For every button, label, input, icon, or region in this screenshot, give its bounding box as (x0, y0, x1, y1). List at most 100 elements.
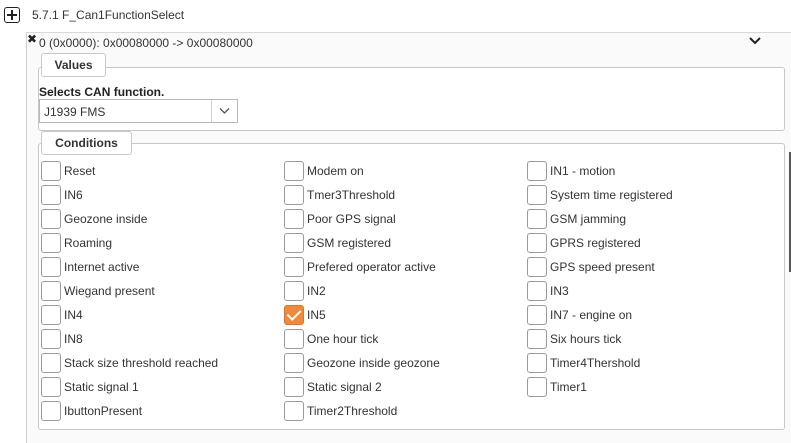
remove-x-icon[interactable]: ✖ (27, 32, 37, 46)
condition-item[interactable]: Modem on (284, 161, 364, 181)
condition-item[interactable]: IN1 - motion (527, 161, 615, 181)
condition-checkbox[interactable] (284, 353, 304, 373)
condition-checkbox[interactable] (284, 305, 304, 325)
condition-label: Stack size threshold reached (64, 356, 219, 370)
condition-checkbox[interactable] (284, 161, 304, 181)
condition-label: IN4 (64, 308, 83, 322)
condition-label: Timer2Threshold (307, 404, 398, 418)
condition-item[interactable]: Static signal 2 (284, 377, 382, 397)
condition-item[interactable]: Prefered operator active (284, 257, 436, 277)
condition-item[interactable]: Six hours tick (527, 329, 621, 349)
condition-label: Internet active (64, 260, 140, 274)
condition-checkbox[interactable] (527, 161, 547, 181)
condition-item[interactable]: Stack size threshold reached (41, 353, 218, 373)
condition-checkbox[interactable] (527, 257, 547, 277)
condition-label: One hour tick (307, 332, 379, 346)
condition-item[interactable]: IN6 (41, 185, 83, 205)
can-function-select[interactable]: J1939 FMS (39, 99, 238, 123)
condition-label: IN8 (64, 332, 83, 346)
condition-checkbox[interactable] (284, 209, 304, 229)
condition-item[interactable]: Geozone inside geozone (284, 353, 440, 373)
condition-checkbox[interactable] (527, 305, 547, 325)
condition-checkbox[interactable] (41, 209, 61, 229)
condition-label: Wiegand present (64, 284, 155, 298)
condition-checkbox[interactable] (527, 233, 547, 253)
condition-label: Roaming (64, 236, 113, 250)
condition-checkbox[interactable] (284, 185, 304, 205)
condition-item[interactable]: Static signal 1 (41, 377, 139, 397)
condition-checkbox[interactable] (41, 161, 61, 181)
condition-label: Tmer3Threshold (307, 188, 396, 202)
can-function-label: Selects CAN function. (39, 85, 165, 99)
condition-label: IN7 - engine on (550, 308, 633, 322)
condition-label: Timer1 (550, 380, 587, 394)
condition-item[interactable]: Timer1 (527, 377, 587, 397)
condition-checkbox[interactable] (41, 305, 61, 325)
condition-label: GPS speed present (550, 260, 655, 274)
condition-item[interactable]: GSM jamming (527, 209, 626, 229)
condition-checkbox[interactable] (41, 281, 61, 301)
condition-checkbox[interactable] (284, 377, 304, 397)
condition-label: Modem on (307, 164, 364, 178)
condition-item[interactable]: Reset (41, 161, 95, 181)
condition-item[interactable]: Timer2Threshold (284, 401, 397, 421)
condition-checkbox[interactable] (527, 377, 547, 397)
condition-item[interactable]: Wiegand present (41, 281, 155, 301)
condition-item[interactable]: IbuttonPresent (41, 401, 142, 421)
condition-checkbox[interactable] (284, 233, 304, 253)
condition-checkbox[interactable] (284, 257, 304, 277)
condition-checkbox[interactable] (527, 281, 547, 301)
condition-checkbox[interactable] (284, 329, 304, 349)
condition-label: Geozone inside (64, 212, 148, 226)
condition-item[interactable]: GPRS registered (527, 233, 641, 253)
condition-item[interactable]: System time registered (527, 185, 673, 205)
condition-label: Static signal 2 (307, 380, 382, 394)
condition-label: Poor GPS signal (307, 212, 396, 226)
condition-checkbox[interactable] (41, 257, 61, 277)
condition-checkbox[interactable] (284, 401, 304, 421)
condition-checkbox[interactable] (284, 281, 304, 301)
condition-label: GPRS registered (550, 236, 641, 250)
condition-item[interactable]: IN2 (284, 281, 326, 301)
chevron-down-icon[interactable] (749, 36, 761, 46)
condition-item[interactable]: One hour tick (284, 329, 378, 349)
condition-label: IN6 (64, 188, 83, 202)
condition-checkbox[interactable] (41, 401, 61, 421)
condition-checkbox[interactable] (41, 329, 61, 349)
entry-summary: 0 (0x0000): 0x00080000 -> 0x00080000 (39, 36, 253, 50)
condition-label: Reset (64, 164, 96, 178)
entry-header[interactable]: ✖ 0 (0x0000): 0x00080000 -> 0x00080000 (27, 32, 791, 53)
condition-checkbox[interactable] (527, 353, 547, 373)
condition-checkbox[interactable] (41, 377, 61, 397)
expand-plus-icon[interactable] (4, 7, 20, 23)
condition-item[interactable]: IN5 (284, 305, 326, 325)
condition-item[interactable]: Poor GPS signal (284, 209, 396, 229)
values-legend: Values (41, 53, 106, 77)
condition-checkbox[interactable] (41, 233, 61, 253)
condition-label: Prefered operator active (307, 260, 436, 274)
condition-checkbox[interactable] (41, 185, 61, 205)
condition-checkbox[interactable] (527, 329, 547, 349)
condition-item[interactable]: Timer4Thershold (527, 353, 640, 373)
condition-item[interactable]: IN4 (41, 305, 83, 325)
condition-item[interactable]: GSM registered (284, 233, 391, 253)
select-dropdown-button[interactable] (211, 100, 237, 122)
condition-checkbox[interactable] (527, 185, 547, 205)
condition-item[interactable]: IN3 (527, 281, 569, 301)
condition-label: IN1 - motion (550, 164, 616, 178)
condition-item[interactable]: Tmer3Threshold (284, 185, 395, 205)
condition-item[interactable]: Internet active (41, 257, 139, 277)
condition-checkbox[interactable] (527, 209, 547, 229)
condition-item[interactable]: GPS speed present (527, 257, 655, 277)
condition-label: IbuttonPresent (64, 404, 143, 418)
condition-item[interactable]: Roaming (41, 233, 112, 253)
condition-label: System time registered (550, 188, 673, 202)
condition-label: Geozone inside geozone (307, 356, 440, 370)
condition-checkbox[interactable] (41, 353, 61, 373)
condition-item[interactable]: IN7 - engine on (527, 305, 632, 325)
condition-item[interactable]: IN8 (41, 329, 83, 349)
condition-label: GSM jamming (550, 212, 627, 226)
condition-item[interactable]: Geozone inside (41, 209, 147, 229)
section-header: 5.7.1 F_Can1FunctionSelect (4, 4, 184, 26)
condition-label: IN5 (307, 308, 326, 322)
